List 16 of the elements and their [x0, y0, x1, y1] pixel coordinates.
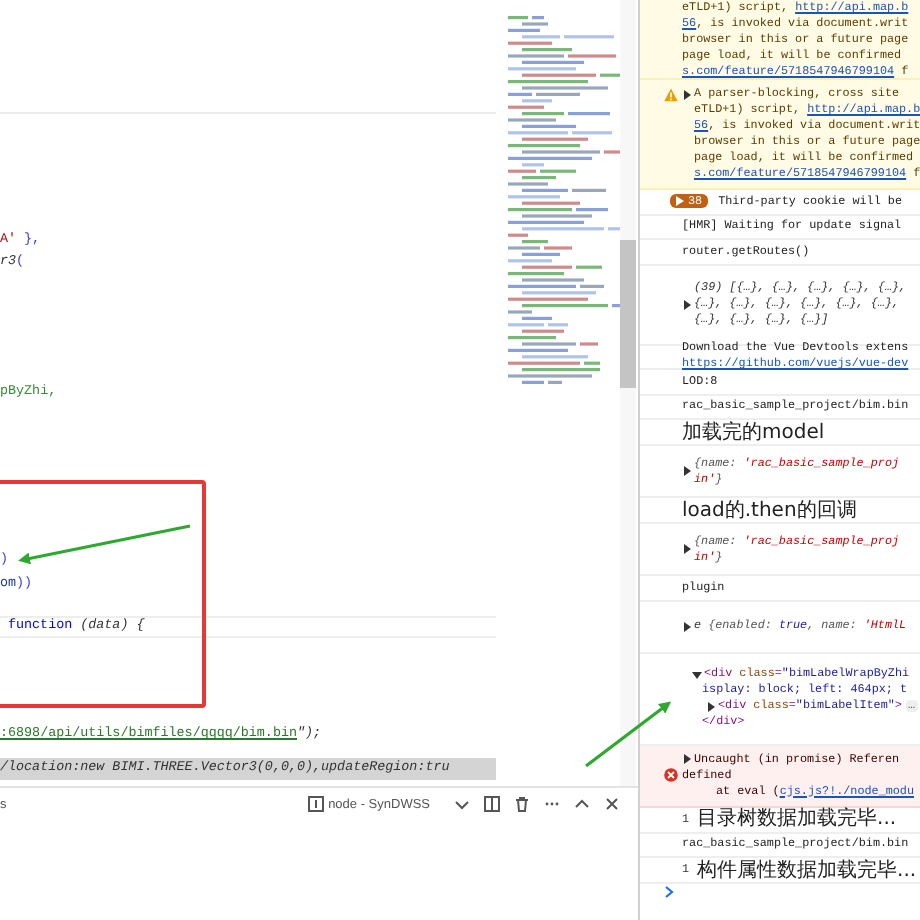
- log-text: 加载完的model: [682, 421, 825, 443]
- split-icon[interactable]: [483, 796, 499, 812]
- chevron-down-icon[interactable]: [453, 796, 469, 812]
- prompt-chevron-icon[interactable]: [664, 886, 674, 898]
- log-text: 构件属性数据加载完毕...: [697, 859, 917, 881]
- chevron-up-icon[interactable]: [573, 796, 589, 812]
- error-icon: [664, 768, 678, 782]
- scrollbar-thumb[interactable]: [620, 240, 636, 388]
- log-text: 目录树数据加载完毕...: [697, 808, 897, 830]
- arrow: [585, 701, 672, 768]
- trash-icon[interactable]: [513, 796, 529, 812]
- terminal-icon: [308, 796, 325, 812]
- warning-icon: [664, 88, 678, 102]
- log-text: load的.then的回调: [682, 499, 857, 521]
- close-icon[interactable]: [603, 796, 619, 812]
- caret-right-icon: [676, 196, 684, 207]
